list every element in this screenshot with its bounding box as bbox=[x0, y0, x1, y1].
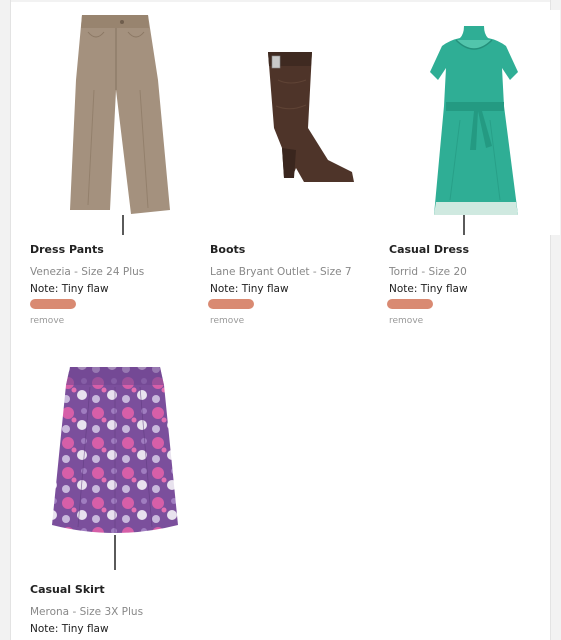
remove-link[interactable]: remove bbox=[389, 316, 423, 326]
boots-image bbox=[210, 10, 380, 235]
item-brand-size: Lane Bryant Outlet - Size 7 bbox=[210, 266, 352, 278]
item-photo-casual-skirt[interactable] bbox=[30, 345, 200, 570]
remove-link[interactable]: remove bbox=[30, 316, 64, 326]
casual-dress-image bbox=[390, 10, 560, 235]
price-redacted bbox=[30, 299, 76, 309]
window-left-edge bbox=[0, 0, 11, 640]
dress-pants-image bbox=[30, 10, 200, 235]
item-note: Note: Tiny flaw bbox=[30, 623, 109, 635]
price-redacted bbox=[208, 299, 254, 309]
item-brand-size: Torrid - Size 20 bbox=[389, 266, 467, 278]
item-note: Note: Tiny flaw bbox=[30, 283, 109, 295]
item-brand-size: Venezia - Size 24 Plus bbox=[30, 266, 145, 278]
remove-link[interactable]: remove bbox=[210, 316, 244, 326]
item-photo-boots[interactable] bbox=[210, 10, 380, 235]
item-title[interactable]: Casual Skirt bbox=[30, 583, 105, 596]
casual-skirt-image bbox=[30, 345, 200, 570]
item-brand-size: Merona - Size 3X Plus bbox=[30, 606, 144, 618]
item-title[interactable]: Boots bbox=[210, 243, 245, 256]
item-photo-casual-dress[interactable] bbox=[390, 10, 560, 235]
item-title[interactable]: Dress Pants bbox=[30, 243, 104, 256]
window-top-edge bbox=[0, 0, 561, 2]
price-redacted bbox=[387, 299, 433, 309]
item-photo-dress-pants[interactable] bbox=[30, 10, 200, 235]
item-title[interactable]: Casual Dress bbox=[389, 243, 469, 256]
item-note: Note: Tiny flaw bbox=[210, 283, 289, 295]
item-note: Note: Tiny flaw bbox=[389, 283, 468, 295]
